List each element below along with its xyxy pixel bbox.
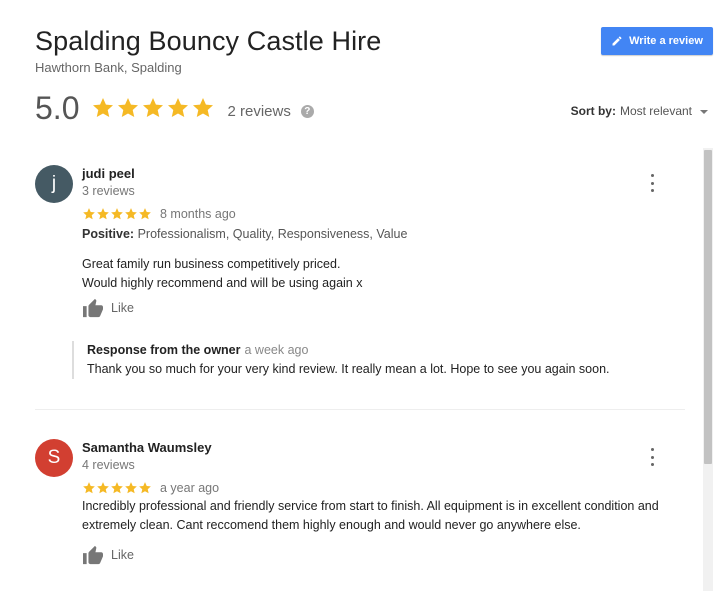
star-icon (111, 208, 123, 220)
star-icon (139, 482, 151, 494)
review-text: Incredibly professional and friendly ser… (82, 499, 659, 532)
star-icon (97, 482, 109, 494)
star-icon (83, 208, 95, 220)
review-time: 8 months ago (160, 207, 236, 221)
avatar[interactable]: S (35, 439, 73, 477)
owner-response-text: Thank you so much for your very kind rev… (87, 362, 610, 376)
positive-text: Professionalism, Quality, Responsiveness… (137, 227, 408, 241)
rating-value: 5.0 (35, 89, 80, 126)
thumbs-up-icon (83, 545, 103, 565)
review-time: a year ago (160, 481, 220, 495)
author-review-count[interactable]: 3 reviews (82, 183, 685, 200)
star-icon (118, 98, 139, 118)
review-stars (82, 207, 152, 221)
review-stars (82, 481, 152, 495)
sort-value: Most relevant (619, 104, 692, 118)
review-item: S Samantha Waumsley 4 reviews a year ago… (35, 439, 685, 579)
like-label: Like (111, 548, 134, 562)
review-author[interactable]: Samantha Waumsley (82, 439, 685, 456)
author-review-count[interactable]: 4 reviews (82, 457, 685, 474)
more-options-icon[interactable] (646, 174, 658, 192)
sort-dropdown[interactable]: Sort by: Most relevant (571, 104, 708, 118)
review-positive-tags: Positive: Professionalism, Quality, Resp… (82, 226, 685, 243)
rating-summary: 5.0 2 reviews ? (35, 88, 314, 128)
like-button[interactable]: Like (82, 545, 134, 565)
help-icon[interactable]: ? (300, 104, 314, 118)
star-icon (168, 98, 189, 118)
business-address: Hawthorn Bank, Spalding (35, 60, 182, 75)
star-icon (125, 208, 137, 220)
star-icon (93, 98, 114, 118)
review-count[interactable]: 2 reviews (227, 103, 290, 120)
star-icon (83, 482, 95, 494)
review-item: j judi peel 3 reviews 8 months ago Posit… (35, 165, 685, 395)
like-button[interactable]: Like (82, 298, 134, 318)
thumbs-up-icon (83, 298, 103, 318)
owner-response-label: Response from the owner (87, 343, 241, 357)
positive-label: Positive: (82, 227, 135, 241)
write-review-button[interactable]: Write a review (601, 27, 713, 55)
scrollbar-thumb[interactable] (704, 150, 712, 464)
more-options-icon[interactable] (646, 448, 658, 466)
star-icon (97, 208, 109, 220)
avatar[interactable]: j (35, 165, 73, 203)
review-text: Great family run business competitively … (82, 257, 363, 290)
star-icon (139, 208, 151, 220)
star-icon (125, 482, 137, 494)
star-icon (193, 98, 214, 118)
write-review-label: Write a review (629, 35, 703, 47)
review-divider (35, 409, 685, 410)
like-label: Like (111, 301, 134, 315)
owner-response: Response from the owner a week ago Thank … (72, 341, 687, 379)
sort-label: Sort by: (570, 104, 616, 118)
owner-response-time: a week ago (244, 343, 309, 357)
review-author[interactable]: judi peel (82, 165, 685, 182)
rating-stars (91, 96, 215, 120)
business-name: Spalding Bouncy Castle Hire (35, 26, 382, 56)
pencil-icon (612, 36, 622, 46)
star-icon (111, 482, 123, 494)
chevron-down-icon (700, 110, 708, 114)
star-icon (143, 98, 164, 118)
